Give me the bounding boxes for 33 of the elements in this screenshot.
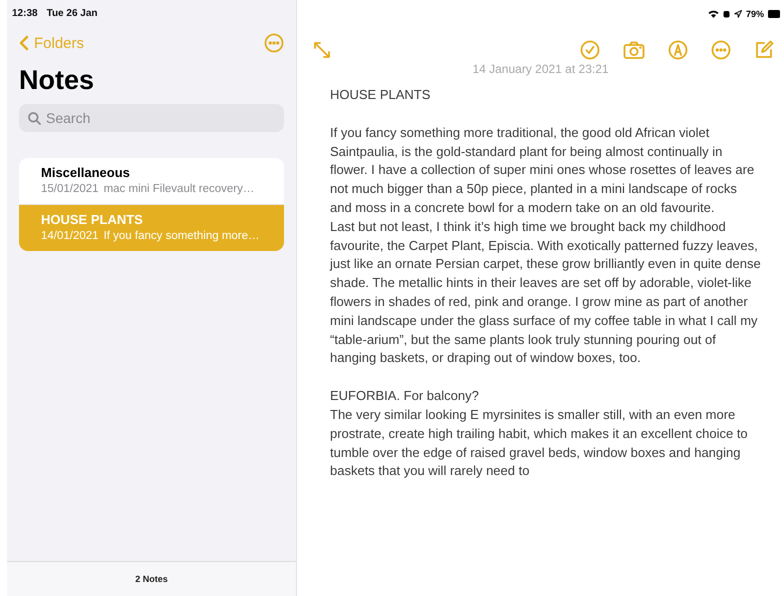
note-preview: mac mini Filevault recovery… (104, 183, 254, 195)
battery-icon (768, 10, 780, 18)
note-paragraph: EUFORBIA. For balcony? (330, 387, 480, 406)
search-field[interactable]: Search (19, 104, 284, 132)
more-icon[interactable] (711, 40, 731, 60)
pen-tip-circle-icon[interactable] (668, 40, 688, 60)
alarm-icon (722, 10, 730, 18)
chevron-left-icon[interactable] (19, 35, 29, 51)
checkmark-circle-icon[interactable] (580, 40, 600, 60)
note-timestamp: 14 January 2021 at 23:21 (471, 62, 610, 76)
note-paragraph: The very similar looking E myrsinites is smaller still, with an even more prostrate, create high trailing habit, which makes it an excellent choice to tumble over the edge of raised gravel beds, window boxes and hanging baskets that you will rarely need to (330, 406, 749, 480)
folders-back-link[interactable]: Folders (19, 34, 84, 52)
note-title: HOUSE PLANTS (41, 212, 144, 227)
note-paragraph: If you fancy something more traditional, the good old African violet Saintpaulia, is the gold-standard plant for being almost continually in flower. I have a collection of super mini ones whose rosettes of leaves are not much bigger than a 50p piece, planted in a mini landscape of rocks and moss in a concrete bowl for a modern take on an old favourite. (330, 124, 756, 217)
note-date: 14/01/2021 (41, 230, 99, 242)
battery-percentage: 79% (746, 8, 764, 18)
note-list-item[interactable]: Miscellaneous 15/01/2021 mac mini Filevault recovery… (19, 158, 284, 204)
note-preview: If you fancy something more… (104, 230, 260, 242)
location-arrow-icon (734, 10, 742, 18)
camera-icon[interactable] (623, 40, 645, 60)
expand-arrows-icon[interactable] (312, 40, 332, 60)
status-time: 12:38 (12, 8, 38, 19)
wifi-icon (708, 10, 719, 18)
note-title: Miscellaneous (41, 165, 131, 180)
note-paragraph: Last but not least, I think it’s high time we brought back my childhood favourite, the Carpet Plant, Episcia. With exotically patterned fuzzy leaves, just like an ornate Persian carpet, these grow brilliantly even in quite dense shade. The metallic hints in their leaves are set off by adorable, violet-like flowers in shades of red, pink and orange. I grow mine as part of another mini landscape under the glass surface of my coffee table in what I call my “table-arium”, but the same plants look truly stunning pouring out of hanging baskets, or draping out of window boxes, too. (330, 218, 762, 368)
note-date: 15/01/2021 (41, 183, 99, 195)
compose-icon[interactable] (754, 40, 774, 60)
notes-title: Notes (19, 65, 96, 96)
note-paragraph: HOUSE PLANTS (330, 86, 432, 104)
more-icon[interactable] (264, 33, 284, 53)
status-date: Tue 26 Jan (46, 8, 98, 19)
note-count: 2 Notes (135, 574, 168, 584)
note-list-item[interactable]: HOUSE PLANTS 14/01/2021 If you fancy something more… (19, 204, 284, 251)
